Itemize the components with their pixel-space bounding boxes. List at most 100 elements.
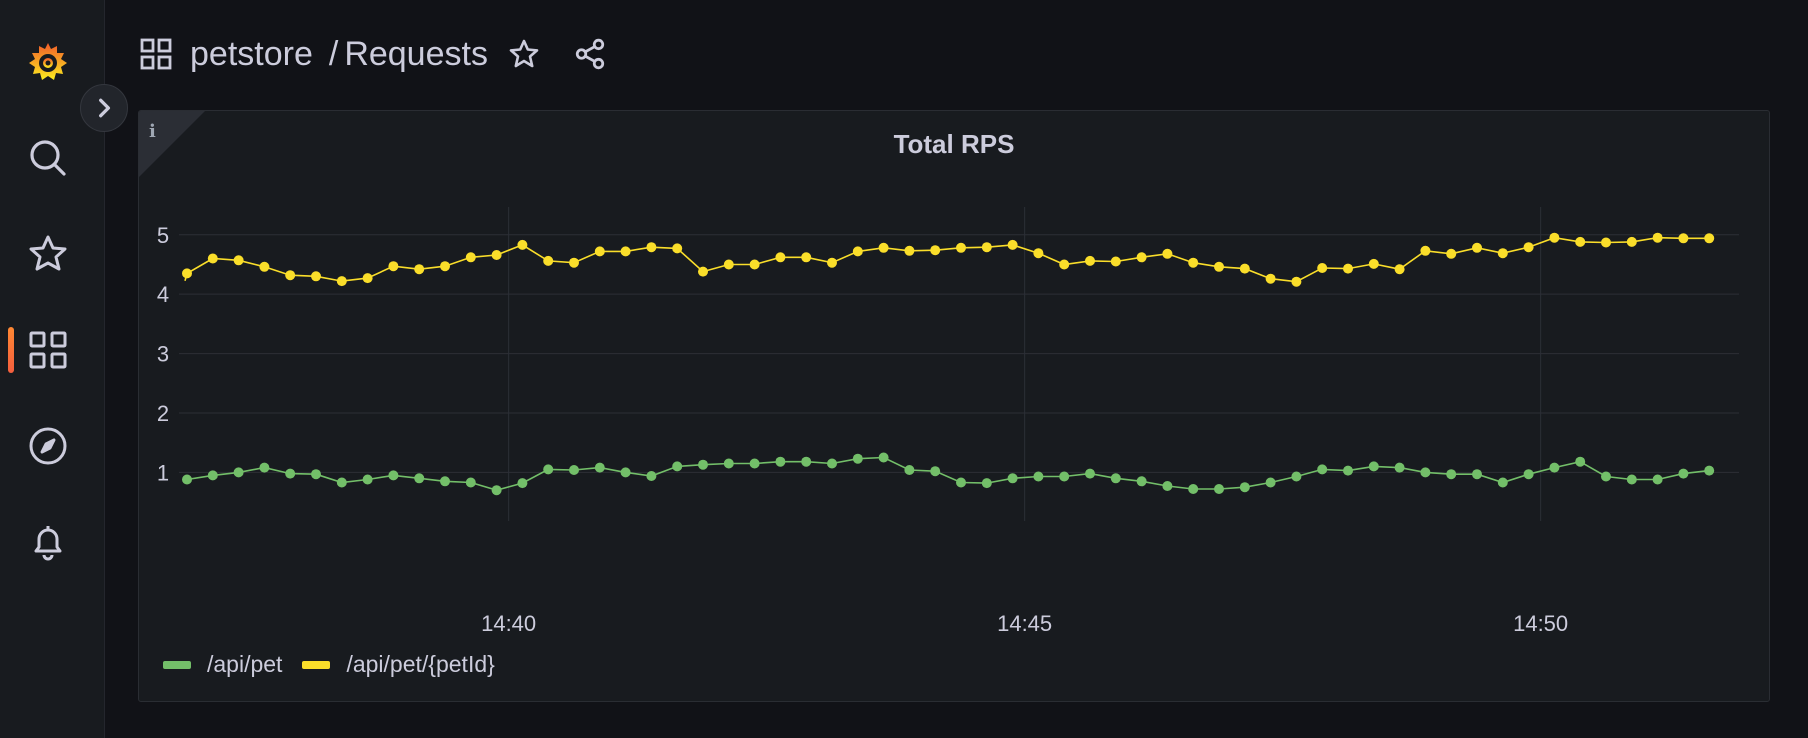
data-point[interactable] bbox=[1136, 252, 1147, 263]
data-point[interactable] bbox=[207, 470, 218, 481]
dashboards-icon[interactable] bbox=[22, 324, 74, 376]
data-point[interactable] bbox=[1523, 469, 1534, 480]
data-point[interactable] bbox=[930, 466, 941, 477]
data-point[interactable] bbox=[1368, 461, 1379, 472]
dashboard-title[interactable]: Requests bbox=[344, 35, 488, 74]
data-point[interactable] bbox=[517, 478, 528, 489]
data-point[interactable] bbox=[723, 458, 734, 469]
data-point[interactable] bbox=[1601, 471, 1611, 482]
data-point[interactable] bbox=[956, 477, 966, 488]
data-point[interactable] bbox=[749, 259, 760, 270]
data-point[interactable] bbox=[362, 273, 373, 284]
data-point[interactable] bbox=[1446, 469, 1457, 480]
data-point[interactable] bbox=[311, 469, 321, 480]
data-point[interactable] bbox=[1652, 232, 1663, 243]
expand-sidebar-button[interactable] bbox=[80, 84, 128, 132]
legend-item-api-pet[interactable]: /api/pet bbox=[163, 651, 282, 678]
data-point[interactable] bbox=[259, 261, 270, 272]
data-point[interactable] bbox=[1394, 462, 1405, 473]
data-point[interactable] bbox=[233, 467, 244, 478]
data-point[interactable] bbox=[1343, 465, 1353, 476]
data-point[interactable] bbox=[698, 266, 708, 277]
data-point[interactable] bbox=[981, 242, 992, 253]
data-point[interactable] bbox=[981, 478, 992, 489]
explore-compass-icon[interactable] bbox=[22, 420, 74, 472]
data-point[interactable] bbox=[1575, 236, 1586, 247]
alerting-bell-icon[interactable] bbox=[22, 516, 74, 568]
data-point[interactable] bbox=[414, 264, 425, 275]
data-point[interactable] bbox=[1704, 233, 1715, 244]
data-point[interactable] bbox=[672, 461, 683, 472]
data-point[interactable] bbox=[1472, 469, 1482, 480]
data-point[interactable] bbox=[569, 465, 579, 475]
data-point[interactable] bbox=[336, 276, 347, 287]
data-point[interactable] bbox=[1420, 245, 1431, 256]
data-point[interactable] bbox=[594, 462, 605, 473]
data-point[interactable] bbox=[1601, 237, 1611, 248]
data-point[interactable] bbox=[1291, 471, 1302, 482]
data-point[interactable] bbox=[852, 453, 863, 464]
data-point[interactable] bbox=[1214, 261, 1224, 272]
data-point[interactable] bbox=[775, 456, 786, 467]
share-dashboard-button[interactable] bbox=[570, 34, 610, 74]
data-point[interactable] bbox=[1007, 239, 1018, 250]
data-point[interactable] bbox=[1110, 256, 1121, 267]
data-point[interactable] bbox=[388, 261, 399, 272]
data-point[interactable] bbox=[1291, 276, 1302, 287]
data-point[interactable] bbox=[1059, 471, 1070, 482]
data-point[interactable] bbox=[1626, 236, 1637, 247]
data-point[interactable] bbox=[465, 252, 476, 263]
data-point[interactable] bbox=[1678, 233, 1689, 244]
data-point[interactable] bbox=[672, 243, 683, 254]
data-point[interactable] bbox=[1188, 257, 1199, 268]
legend-item-api-pet-id[interactable]: /api/pet/{petId} bbox=[302, 651, 495, 678]
data-point[interactable] bbox=[904, 245, 915, 256]
data-point[interactable] bbox=[1162, 248, 1173, 259]
data-point[interactable] bbox=[1497, 248, 1508, 259]
data-point[interactable] bbox=[285, 270, 296, 281]
data-point[interactable] bbox=[775, 252, 786, 263]
data-point[interactable] bbox=[878, 452, 889, 463]
data-point[interactable] bbox=[465, 477, 476, 488]
data-point[interactable] bbox=[543, 464, 554, 475]
data-point[interactable] bbox=[1085, 255, 1095, 266]
data-point[interactable] bbox=[1188, 484, 1199, 494]
data-point[interactable] bbox=[1549, 232, 1560, 243]
data-point[interactable] bbox=[1420, 467, 1431, 478]
data-point[interactable] bbox=[1059, 259, 1070, 270]
data-point[interactable] bbox=[1446, 248, 1457, 259]
data-point[interactable] bbox=[1239, 263, 1250, 274]
data-point[interactable] bbox=[182, 268, 192, 279]
mark-favorite-button[interactable] bbox=[504, 34, 544, 74]
data-point[interactable] bbox=[904, 465, 915, 475]
data-point[interactable] bbox=[1472, 242, 1482, 253]
data-point[interactable] bbox=[646, 242, 657, 253]
data-point[interactable] bbox=[620, 246, 631, 257]
data-point[interactable] bbox=[620, 467, 631, 478]
data-point[interactable] bbox=[1033, 471, 1044, 482]
data-point[interactable] bbox=[1033, 248, 1044, 259]
data-point[interactable] bbox=[646, 471, 657, 481]
data-point[interactable] bbox=[1136, 476, 1147, 487]
data-point[interactable] bbox=[827, 458, 837, 469]
data-point[interactable] bbox=[1162, 481, 1173, 491]
data-point[interactable] bbox=[336, 477, 347, 488]
data-point[interactable] bbox=[723, 259, 734, 270]
data-point[interactable] bbox=[1085, 468, 1095, 479]
data-point[interactable] bbox=[930, 245, 941, 256]
data-point[interactable] bbox=[827, 257, 837, 268]
data-point[interactable] bbox=[1368, 258, 1379, 269]
data-point[interactable] bbox=[749, 458, 760, 469]
data-point[interactable] bbox=[1265, 477, 1276, 488]
data-point[interactable] bbox=[698, 459, 708, 470]
data-point[interactable] bbox=[1497, 477, 1508, 488]
data-point[interactable] bbox=[517, 239, 528, 250]
data-point[interactable] bbox=[1007, 473, 1018, 484]
data-point[interactable] bbox=[285, 468, 296, 479]
data-point[interactable] bbox=[182, 474, 192, 485]
data-point[interactable] bbox=[1549, 462, 1560, 473]
data-point[interactable] bbox=[956, 242, 966, 253]
data-point[interactable] bbox=[569, 257, 579, 268]
data-point[interactable] bbox=[362, 474, 373, 485]
data-point[interactable] bbox=[1343, 263, 1353, 274]
